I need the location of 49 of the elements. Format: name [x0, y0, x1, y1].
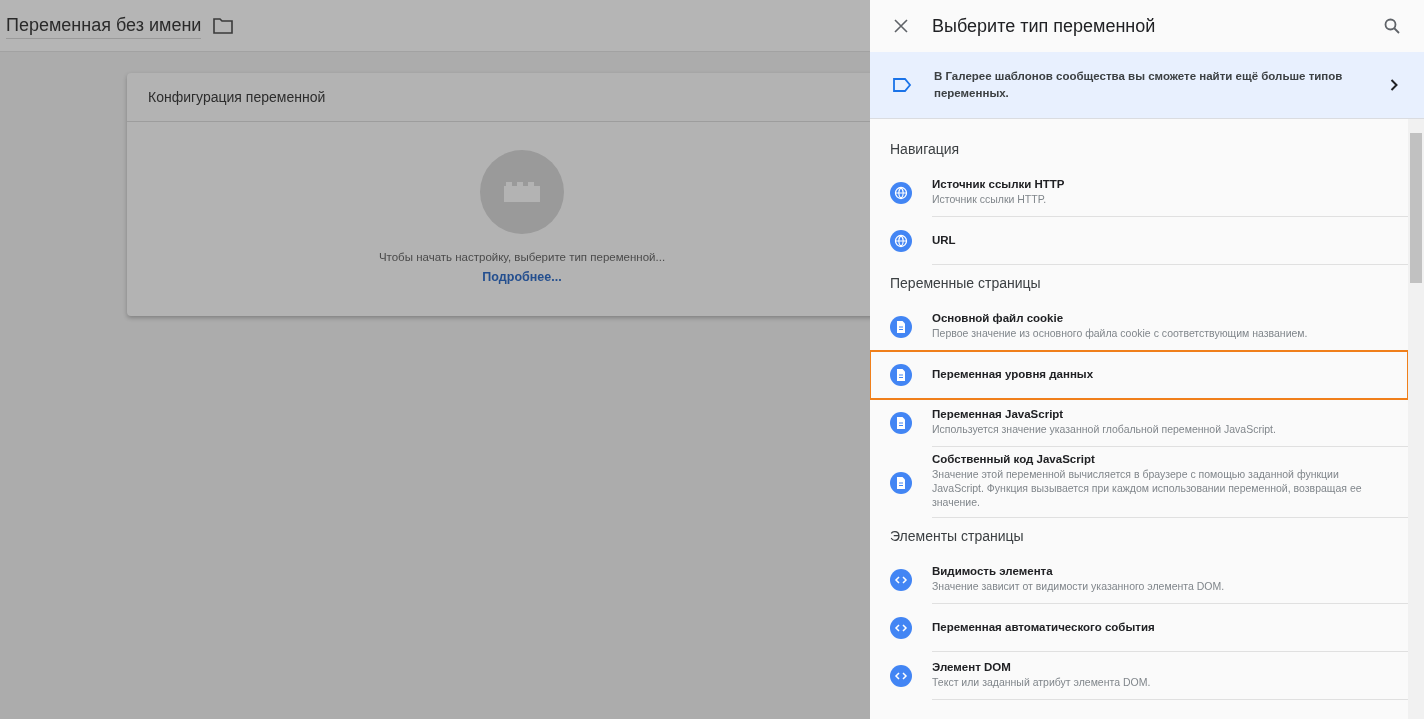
variable-type-item[interactable]: Видимость элемента Значение зависит от видимости указанного элемента DOM. — [870, 556, 1408, 604]
chevron-right-icon — [1390, 79, 1398, 91]
variable-name-field[interactable]: Переменная без имени — [6, 12, 202, 39]
learn-more-link[interactable]: Подробнее... — [482, 270, 562, 284]
document-icon — [890, 412, 912, 434]
item-title: Элемент DOM — [932, 660, 1012, 673]
item-description: Первое значение из основного файла cookie с соответствующим названием. — [932, 325, 1309, 340]
item-description: Текст или заданный атрибут элемента DOM. — [932, 674, 1152, 689]
card-title: Конфигурация переменной — [148, 89, 326, 105]
document-icon — [890, 316, 912, 338]
close-icon[interactable] — [894, 19, 908, 33]
globe-icon — [890, 182, 912, 204]
item-description: Значение зависит от видимости указанного элемента DOM. — [932, 578, 1226, 593]
banner-text: В Галерее шаблонов сообщества вы сможете найти ещё больше типов переменных. — [934, 69, 1344, 101]
document-icon — [890, 364, 912, 386]
item-title: Переменная уровня данных — [932, 367, 1095, 380]
tag-icon — [892, 78, 912, 92]
item-title: Собственный код JavaScript — [932, 453, 1096, 465]
document-icon — [890, 471, 912, 494]
item-title: URL — [932, 233, 957, 246]
globe-icon — [890, 230, 912, 252]
item-description: Источник ссылки HTTP. — [932, 191, 1048, 206]
hint-text: Чтобы начать настройку, выберите тип переменной... — [378, 251, 666, 263]
section-heading: Переменные страницы — [889, 274, 1042, 293]
item-title: Переменная автоматического события — [932, 620, 1156, 633]
gallery-banner[interactable]: В Галерее шаблонов сообщества вы сможете найти ещё больше типов переменных. — [870, 52, 1424, 119]
item-title: Переменная JavaScript — [932, 407, 1065, 420]
variable-type-item[interactable]: Источник ссылки HTTP Источник ссылки HTTP. — [870, 169, 1408, 217]
item-title: Видимость элемента — [932, 564, 1054, 577]
item-description: Используется значение указанной глобальной переменной JavaScript. — [932, 421, 1277, 436]
folder-icon[interactable] — [213, 17, 234, 34]
scrollbar[interactable] — [1408, 119, 1424, 719]
item-title: Источник ссылки HTTP — [932, 177, 1066, 190]
variable-type-item[interactable]: Переменная автоматического события — [870, 604, 1408, 652]
variable-type-item[interactable]: Элемент DOM Текст или заданный атрибут элемента DOM. — [870, 652, 1408, 700]
variable-type-item[interactable]: URL — [870, 217, 1408, 265]
section-heading: Элементы страницы — [889, 527, 1025, 546]
panel-title: Выберите тип переменной — [932, 15, 1157, 37]
variable-type-item[interactable]: Переменная JavaScript Используется значение указанной глобальной переменной JavaScript. — [870, 399, 1408, 447]
code-icon — [890, 617, 912, 639]
code-icon — [890, 665, 912, 687]
code-icon — [890, 569, 912, 591]
item-description: Значение этой переменной вычисляется в браузере с помощью заданной функции JavaScript. Функция вызывается при каждом использовании переменной, возвращая ее значение. — [932, 467, 1363, 509]
item-title: Основной файл cookie — [932, 311, 1065, 324]
variable-type-item[interactable]: Собственный код JavaScript Значение этой переменной вычисляется в браузере с помощью заданной функции JavaScript. Функция вызывается при каждом использовании переменной, возвращая ее значение. — [870, 447, 1408, 518]
brick-icon — [480, 150, 564, 234]
variable-type-item[interactable]: Переменная уровня данных — [870, 351, 1408, 399]
search-icon[interactable] — [1384, 18, 1400, 34]
section-heading: Навигация — [889, 140, 961, 159]
